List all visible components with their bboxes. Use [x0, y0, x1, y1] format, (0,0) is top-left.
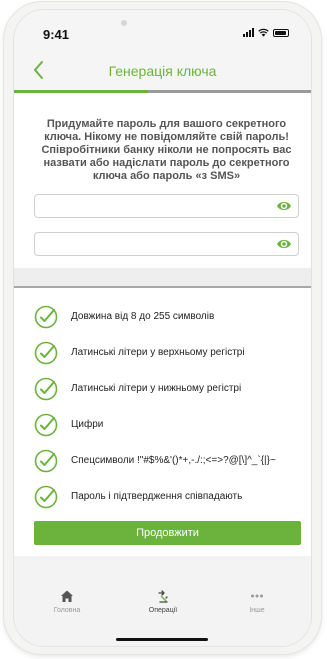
tab-label: Головна [53, 607, 81, 614]
app-screen: 9:41 Генерація ключа Придумайте пароль д… [14, 10, 311, 646]
requirement-label: Спецсимволи !"#$%&'()*+,-./:;<=>?@[\]^_`… [71, 455, 276, 466]
battery-icon [273, 29, 289, 37]
home-indicator [116, 638, 208, 641]
requirement-item: Пароль і підтвердження співпадають [34, 480, 304, 516]
password-confirm-field[interactable] [34, 232, 299, 256]
home-icon [61, 590, 73, 602]
status-bar: 9:41 [14, 10, 311, 50]
requirement-label: Довжина від 8 до 255 символів [71, 311, 215, 322]
more-icon [251, 594, 263, 598]
requirement-label: Латинські літери у нижньому регістрі [71, 383, 242, 394]
check-circle-icon [34, 305, 58, 329]
requirement-label: Пароль і підтвердження співпадають [71, 491, 243, 502]
tab-more[interactable]: Інше [217, 588, 297, 614]
password-field[interactable] [34, 194, 299, 218]
camera-dot [121, 20, 127, 26]
password-confirm-input[interactable] [41, 236, 265, 254]
phone-frame: 9:41 Генерація ключа Придумайте пароль д… [4, 2, 321, 654]
system-icons [243, 28, 289, 37]
bottom-area: Головна Операції Інше [14, 556, 311, 646]
requirement-label: Цифри [71, 419, 104, 430]
requirement-item: Латинські літери у верхньому регістрі [34, 336, 304, 372]
page-title: Генерація ключа [108, 63, 217, 79]
requirement-item: Довжина від 8 до 255 символів [34, 300, 304, 336]
wifi-icon [258, 28, 269, 37]
instruction-text: Придумайте пароль для вашого секретного … [41, 118, 292, 182]
divider-line [14, 286, 311, 288]
tab-label: Інше [249, 607, 265, 614]
eye-icon[interactable] [276, 237, 292, 251]
step-progress-fill [14, 90, 148, 93]
requirement-label: Латинські літери у верхньому регістрі [71, 347, 245, 358]
eye-icon[interactable] [276, 199, 292, 213]
continue-button[interactable]: Продовжити [34, 521, 301, 545]
check-circle-icon [34, 449, 58, 473]
requirement-item: Латинські літери у нижньому регістрі [34, 372, 304, 408]
check-circle-icon [34, 413, 58, 437]
nav-bar: Генерація ключа [14, 50, 311, 90]
password-requirements-list: Довжина від 8 до 255 символів Латинські … [34, 300, 304, 516]
password-input[interactable] [41, 198, 265, 216]
tab-operations[interactable]: Операції [123, 588, 203, 614]
section-divider [14, 268, 311, 288]
tab-home[interactable]: Головна [27, 588, 107, 614]
tab-label: Операції [148, 607, 178, 614]
transfer-icon [158, 590, 168, 603]
requirement-item: Цифри [34, 408, 304, 444]
check-circle-icon [34, 377, 58, 401]
signal-icon [243, 28, 254, 37]
step-progress-bar [14, 90, 311, 93]
status-time: 9:41 [43, 27, 70, 42]
check-circle-icon [34, 485, 58, 509]
check-circle-icon [34, 341, 58, 365]
tab-bar: Головна Операції Інше [14, 588, 311, 628]
requirement-item: Спецсимволи !"#$%&'()*+,-./:;<=>?@[\]^_`… [34, 444, 304, 480]
